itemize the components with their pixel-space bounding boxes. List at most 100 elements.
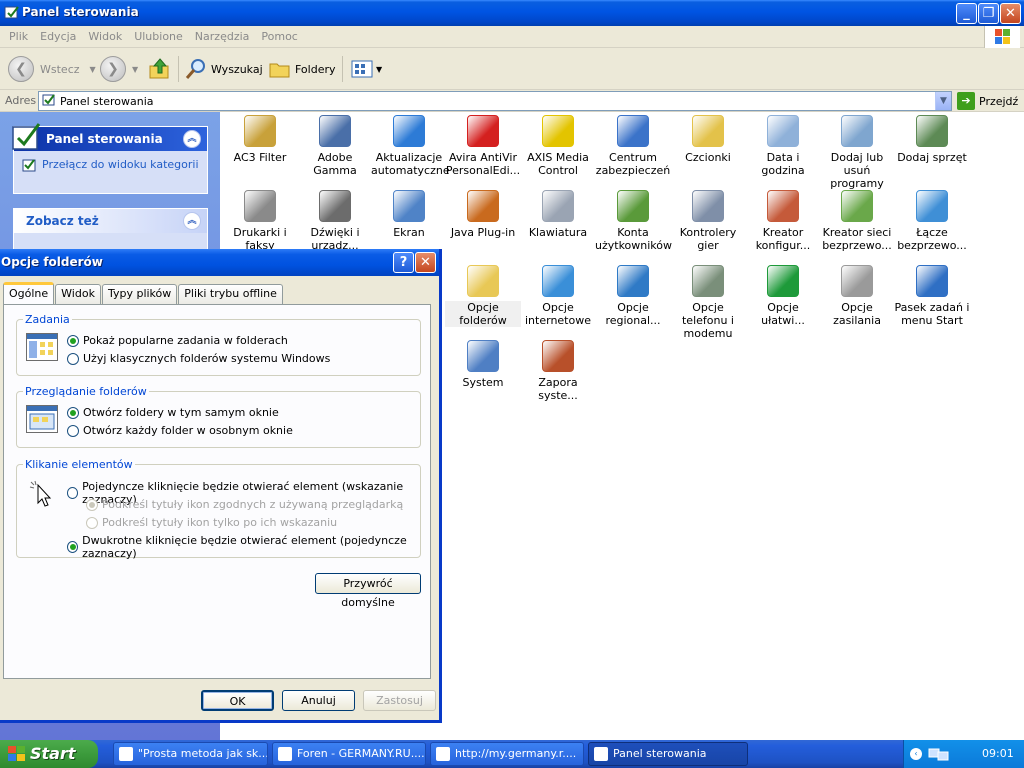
collapse-chevron-icon[interactable]: ︽	[183, 212, 201, 230]
control-panel-item-label: Zapora syste...	[538, 376, 578, 402]
control-panel-item[interactable]: Aktualizacje automatyczne	[371, 112, 450, 177]
tray-expand-icon[interactable]: ‹	[910, 748, 922, 760]
control-panel-item[interactable]: Adobe Gamma	[297, 112, 373, 177]
control-panel-item[interactable]: Dodaj sprzęt	[894, 112, 970, 164]
control-panel-icon	[594, 747, 608, 761]
control-panel-item[interactable]: Kreator sieci bezprzewo...	[819, 187, 895, 252]
show-common-tasks-radio[interactable]: Pokaż popularne zadania w folderach	[67, 334, 288, 347]
menu-file[interactable]: Plik	[3, 26, 34, 48]
dialog-help-button[interactable]: ?	[393, 252, 414, 273]
control-panel-item-label: Pasek zadań i menu Start	[894, 301, 970, 327]
control-panel-item[interactable]: Opcje internetowe	[520, 262, 596, 327]
menu-favorites[interactable]: Ulubione	[128, 26, 189, 48]
taskbar-item-control-panel[interactable]: Panel sterowania	[588, 742, 748, 766]
taskbar-item-browser-2[interactable]: Foren - GERMANY.RU....	[272, 742, 426, 766]
control-panel-item[interactable]: Klawiatura	[520, 187, 596, 239]
dialog-title: Opcje folderów	[1, 255, 103, 269]
control-panel-item-icon	[244, 190, 276, 222]
back-label: Wstecz	[40, 62, 80, 76]
folders-button[interactable]: Foldery	[268, 54, 336, 84]
control-panel-item[interactable]: Konta użytkowników	[595, 187, 672, 252]
start-button[interactable]: Start	[0, 740, 98, 768]
control-panel-item[interactable]: Zapora syste...	[520, 337, 596, 402]
control-panel-item[interactable]: Ekran	[371, 187, 447, 239]
click-items-group-title: Klikanie elementów	[25, 458, 133, 471]
control-panel-item[interactable]: Centrum zabezpieczeń	[595, 112, 671, 177]
switch-category-view-label: Przełącz do widoku kategorii	[42, 158, 199, 171]
address-input[interactable]: Panel sterowania ▼	[38, 91, 952, 111]
control-panel-item-label: Avira AntiVir PersonalEdi...	[445, 151, 521, 177]
control-panel-item-icon	[617, 190, 649, 222]
menu-help[interactable]: Pomoc	[255, 26, 303, 48]
see-also-header[interactable]: Zobacz też ︽	[14, 209, 207, 233]
ok-button[interactable]: OK	[201, 690, 274, 711]
tab-offline-files[interactable]: Pliki trybu offline	[178, 284, 283, 304]
back-button[interactable]: ❮ Wstecz ▼	[8, 54, 96, 84]
control-panel-item-icon	[767, 190, 799, 222]
control-panel-item-label: Data i godzina	[761, 151, 805, 177]
control-panel-item-label: Centrum zabezpieczeń	[595, 151, 671, 177]
control-panel-item[interactable]: Java Plug-in	[445, 187, 521, 239]
cancel-button[interactable]: Anuluj	[282, 690, 355, 711]
restore-defaults-button[interactable]: Przywróć domyślne	[315, 573, 421, 609]
pointer-click-icon	[28, 479, 54, 512]
tasks-group-title: Zadania	[25, 313, 70, 326]
collapse-chevron-icon[interactable]: ︽	[183, 130, 201, 148]
taskbar-item-browser-3[interactable]: http://my.germany.r....	[430, 742, 584, 766]
tab-file-types[interactable]: Typy plików	[101, 284, 178, 304]
go-arrow-icon: ➔	[957, 92, 975, 110]
dialog-close-button[interactable]: ✕	[415, 252, 436, 273]
control-panel-item[interactable]: Kreator konfigur...	[745, 187, 821, 252]
control-panel-item[interactable]: System	[445, 337, 521, 389]
folders-label: Foldery	[295, 62, 336, 76]
tab-view[interactable]: Widok	[55, 284, 101, 304]
windows-flag-icon	[8, 746, 25, 761]
views-button[interactable]: ▼	[350, 54, 382, 84]
control-panel-item[interactable]: Czcionki	[670, 112, 746, 164]
same-window-radio[interactable]: Otwórz foldery w tym samym oknie	[67, 406, 279, 419]
control-panel-item[interactable]: Drukarki i faksy	[222, 187, 298, 252]
dialog-title-bar[interactable]: Opcje folderów	[0, 249, 439, 276]
forward-button[interactable]: ❯ ▼	[100, 54, 138, 84]
control-panel-item[interactable]: Łącze bezprzewo...	[894, 187, 970, 252]
browser-icon	[278, 747, 292, 761]
clock: 09:01	[982, 747, 1014, 760]
control-panel-item[interactable]: Opcje zasilania	[819, 262, 895, 327]
close-button[interactable]: ✕	[1000, 3, 1021, 24]
go-button[interactable]: ➔ Przejdź	[957, 92, 1018, 110]
separate-window-radio[interactable]: Otwórz każdy folder w osobnym oknie	[67, 424, 293, 437]
maximize-button[interactable]: ❐	[978, 3, 999, 24]
control-panel-item[interactable]: Opcje regional...	[595, 262, 671, 327]
minimize-button[interactable]: _	[956, 3, 977, 24]
menu-tools[interactable]: Narzędzia	[189, 26, 256, 48]
control-panel-item[interactable]: Avira AntiVir PersonalEdi...	[445, 112, 521, 177]
control-panel-item[interactable]: Pasek zadań i menu Start	[894, 262, 970, 327]
double-click-radio[interactable]: Dwukrotne kliknięcie będzie otwierać ele…	[67, 534, 430, 560]
control-panel-box-header[interactable]: Panel sterowania ︽	[12, 123, 207, 151]
taskbar-item-browser-1[interactable]: "Prosta metoda jak sk...	[113, 742, 268, 766]
control-panel-item[interactable]: AXIS Media Control	[520, 112, 596, 177]
control-panel-item[interactable]: Dźwięki i urządz...	[297, 187, 373, 252]
control-panel-item[interactable]: Kontrolery gier	[670, 187, 746, 252]
up-folder-button[interactable]	[148, 54, 172, 84]
control-panel-item[interactable]: Data i godzina	[745, 112, 821, 177]
control-panel-item-icon	[916, 265, 948, 297]
address-dropdown-icon[interactable]: ▼	[935, 92, 951, 110]
control-panel-item-label: Ekran	[393, 226, 425, 239]
forward-dropdown-icon: ▼	[132, 64, 139, 74]
control-panel-item[interactable]: Opcje ułatwi...	[745, 262, 821, 327]
control-panel-item[interactable]: Opcje telefonu i modemu	[670, 262, 746, 340]
window-title-bar[interactable]: Panel sterowania _ ❐ ✕	[0, 0, 1024, 26]
control-panel-item[interactable]: Dodaj lub usuń programy	[819, 112, 895, 190]
switch-category-view-link[interactable]: Przełącz do widoku kategorii	[14, 151, 207, 174]
control-panel-item-icon	[244, 115, 276, 147]
menu-view[interactable]: Widok	[82, 26, 128, 48]
menu-edit[interactable]: Edycja	[34, 26, 82, 48]
control-panel-item[interactable]: AC3 Filter	[222, 112, 298, 164]
control-panel-item-label: AC3 Filter	[233, 151, 287, 164]
search-button[interactable]: Wyszukaj	[184, 54, 263, 84]
control-panel-item[interactable]: Opcje folderów	[445, 262, 521, 327]
control-panel-item-icon	[467, 340, 499, 372]
classic-folders-radio[interactable]: Użyj klasycznych folderów systemu Window…	[67, 352, 330, 365]
tab-general[interactable]: Ogólne	[3, 282, 55, 304]
